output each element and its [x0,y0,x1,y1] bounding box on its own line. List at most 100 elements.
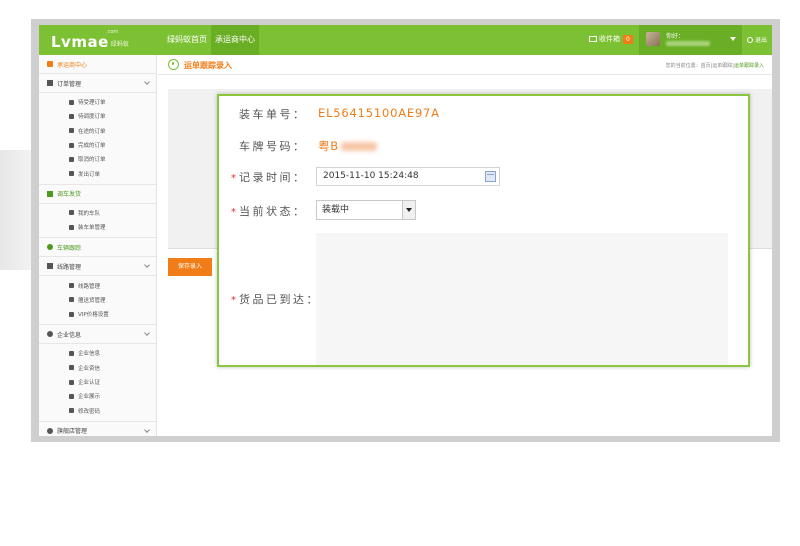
sidebar-item-vip-price[interactable]: VIP价格设置 [39,307,156,321]
sidebar-item-label: 取消的订单 [78,157,106,164]
sidebar-item-completed[interactable]: 完成的订单 [39,138,156,152]
send-icon [69,311,74,317]
dispatch-submenu: 我的车队 装车单管理 [39,204,156,239]
status-value: 装载中 [322,205,350,215]
sidebar-item-label: 企业展示 [78,394,101,401]
sidebar-group-label: 调车发货 [57,191,82,199]
sidebar-item-label: 完成的订单 [78,143,106,150]
sidebar-group-flagship[interactable]: 旗舰店管理 [39,422,156,436]
sidebar-group-label: 旗舰店管理 [57,428,88,436]
caret-down-icon [730,37,736,41]
chevron-down-icon [144,330,150,337]
plate-redacted [341,142,377,151]
sidebar-item-vehicle-tracking[interactable]: 车辆跟踪 [39,238,156,258]
sidebar-group-label: 订单管理 [57,80,82,88]
sidebar-item-label: 发出订单 [78,171,101,178]
breadcrumb: 您的当前位置：首页|运单跟踪|运单跟踪录入 [666,62,764,69]
chevron-down-icon [144,426,150,433]
nav-home[interactable]: 绿蚂蚁首页 [163,25,211,55]
record-time-label: 记录时间： [239,171,307,184]
sidebar-item-label: 擅送货管理 [78,297,106,304]
nav-carrier-center[interactable]: 承运商中心 [211,25,259,55]
sidebar-item-label: 我的车队 [78,210,101,217]
sidebar-item-label: 待调度订单 [78,114,106,121]
users-icon [69,297,74,303]
logo[interactable]: Lvmae 绿蚂蚁 .com [51,29,129,51]
plate-value: 粤B [318,138,377,154]
status-label: 当前状态： [239,205,307,218]
sidebar-group-label: 线路管理 [57,263,82,271]
sidebar-item-delivery-management[interactable]: 擅送货管理 [39,293,156,307]
required-mark: * [231,295,236,306]
plate-label: 车牌号码： [239,140,307,153]
sidebar-item-company-showcase[interactable]: 企业展示 [39,389,156,403]
sidebar-group-orders[interactable]: 订单管理 [39,74,156,93]
sidebar-item-label: 企业信息 [78,351,101,358]
greeting: 你好： [666,33,685,40]
map-pin-icon [47,427,53,434]
calendar-icon[interactable] [485,171,496,182]
sidebar-group-company[interactable]: 企业信息 [39,325,156,345]
document-icon [69,365,74,371]
sidebar-item-company-info[interactable]: 企业信息 [39,346,156,360]
sidebar-item-change-password[interactable]: 修改密码 [39,403,156,417]
stage: Lvmae 绿蚂蚁 .com 绿蚂蚁首页 承运商中心 收件箱 0 你好： 退出 … [0,0,800,546]
sidebar-item-route-management[interactable]: 线路管理 [39,278,156,292]
record-time-row: * 记录时间： 2015-11-10 15:24:48 [219,167,748,189]
breadcrumb-prefix: 您的当前位置：首页|运单跟踪| [665,63,734,69]
bus-icon [69,210,74,216]
sidebar-item-label: 车辆跟踪 [57,244,82,252]
inbox-count-badge: 0 [623,34,633,44]
status-row: * 当前状态： 装载中 [219,200,748,222]
sidebar-item-label: 修改密码 [78,408,101,415]
sidebar-item-sent-orders[interactable]: 发出订单 [39,166,156,180]
sidebar-item-in-transit[interactable]: 在途的订单 [39,124,156,138]
sidebar-group-dispatch[interactable]: 调车发货 [39,185,156,204]
list-icon [69,224,74,230]
arrived-goods-textarea[interactable] [316,233,728,365]
status-select[interactable]: 装载中 [316,200,416,220]
orders-submenu: 待受理订单 待调度订单 在途的订单 完成的订单 取消的订单 发出订单 [39,93,156,185]
sidebar-item-label: 装车单管理 [78,225,106,232]
logo-text: Lvmae [51,33,109,51]
required-mark: * [231,207,236,218]
loading-no-value: EL56415100AE97A [318,106,440,120]
record-time-label-wrap: * 记录时间： [231,169,307,185]
sidebar-item-label: 企业认证 [78,380,101,386]
eraser-icon [69,156,74,162]
top-nav: 绿蚂蚁首页 承运商中心 [163,25,259,55]
sidebar-item-label: 线路管理 [78,283,101,290]
sidebar-item-company-credit[interactable]: 企业资信 [39,361,156,375]
routes-submenu: 线路管理 擅送货管理 VIP价格设置 [39,276,156,326]
sidebar-item-loading-list[interactable]: 装车单管理 [39,220,156,234]
record-time-input[interactable]: 2015-11-10 15:24:48 [316,167,500,186]
truck-icon [69,128,74,134]
sidebar-item-company-cert[interactable]: 企业认证 [39,375,156,389]
top-bar: Lvmae 绿蚂蚁 .com 绿蚂蚁首页 承运商中心 收件箱 0 你好： 退出 [39,25,772,55]
sidebar-item-label: VIP价格设置 [78,312,109,319]
title-bar: 运单跟踪录入 您的当前位置：首页|运单跟踪|运单跟踪录入 [158,55,772,75]
sidebar-item-carrier-center[interactable]: 承运商中心 [39,55,156,74]
mail-icon [589,36,597,42]
arrived-label: 货品已到达： [239,293,320,306]
logo-domain: .com [106,29,119,35]
tag-icon [69,113,74,119]
logout-button[interactable]: 退出 [747,35,767,44]
location-pin-icon [168,59,179,70]
sidebar: 承运商中心 订单管理 待受理订单 待调度订单 在途的订单 完成的订单 取消的订单… [39,55,157,436]
breadcrumb-current: 运单跟踪录入 [733,63,764,69]
inbox-link[interactable]: 收件箱 0 [589,34,633,44]
sidebar-group-routes[interactable]: 线路管理 [39,257,156,277]
plate-row: 车牌号码： 粤B [219,136,748,156]
sidebar-item-pending-dispatch[interactable]: 待调度订单 [39,109,156,123]
home-icon [47,61,53,67]
sidebar-item-my-fleet[interactable]: 我的车队 [39,206,156,220]
save-entry-button[interactable]: 保存录入 [168,258,212,276]
gear-icon [69,408,74,414]
sidebar-item-label: 待受理订单 [78,100,106,107]
sidebar-item-pending-accept[interactable]: 待受理订单 [39,95,156,109]
send-icon [69,283,74,289]
inbox-label: 收件箱 [599,35,620,43]
user-menu[interactable]: 你好： [639,25,742,55]
sidebar-item-cancelled[interactable]: 取消的订单 [39,152,156,166]
